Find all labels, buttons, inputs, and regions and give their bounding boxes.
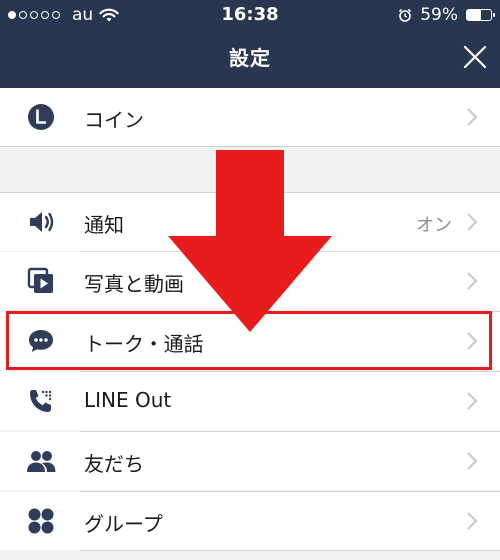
speaker-icon <box>30 212 54 232</box>
chevron-right-icon <box>467 452 478 470</box>
chevron-right-icon <box>467 332 478 350</box>
settings-item-talk-call[interactable]: トーク・通話 <box>0 312 500 370</box>
settings-item-label: 友だち <box>84 452 144 476</box>
chevron-right-icon <box>467 272 478 290</box>
settings-item-label: グループ <box>84 512 163 536</box>
chevron-right-icon <box>467 512 478 530</box>
status-right: 59% <box>398 5 495 25</box>
chevron-right-icon <box>467 392 478 410</box>
chevron-right-icon <box>467 108 478 126</box>
settings-item-friends[interactable]: 友だち <box>0 432 500 490</box>
page-title: 設定 <box>229 46 271 70</box>
row-divider <box>80 550 500 551</box>
status-bar: au 16:38 59% <box>0 0 500 30</box>
settings-item-notifications[interactable]: 通知 オン <box>0 193 500 251</box>
settings-item-label: 通知 <box>84 213 124 237</box>
battery-icon <box>466 9 495 21</box>
chat-bubble-icon <box>29 330 53 352</box>
alarm-clock-icon <box>399 8 412 22</box>
phone-icon <box>30 390 52 412</box>
settings-item-label: LINE Out <box>84 388 172 412</box>
battery-percent: 59% <box>420 5 458 25</box>
battery-fill <box>467 10 482 20</box>
chevron-right-icon <box>467 213 478 231</box>
settings-item-label: トーク・通話 <box>84 332 204 356</box>
settings-item-value: オン <box>416 215 452 236</box>
section-separator <box>0 146 500 147</box>
photo-video-icon <box>27 267 53 293</box>
settings-item-label: 写真と動画 <box>84 272 184 296</box>
settings-item-photos-videos[interactable]: 写真と動画 <box>0 252 500 310</box>
friends-icon <box>27 451 56 472</box>
settings-item-line-out[interactable]: LINE Out <box>0 372 500 430</box>
close-icon[interactable] <box>462 44 488 70</box>
settings-item-groups[interactable]: グループ <box>0 492 500 550</box>
group-icon <box>28 508 54 534</box>
coin-icon <box>28 104 54 130</box>
settings-item-coin[interactable]: コイン <box>0 88 500 146</box>
navigation-header: au 16:38 59% 設定 <box>0 0 500 88</box>
settings-item-label: コイン <box>84 108 144 132</box>
